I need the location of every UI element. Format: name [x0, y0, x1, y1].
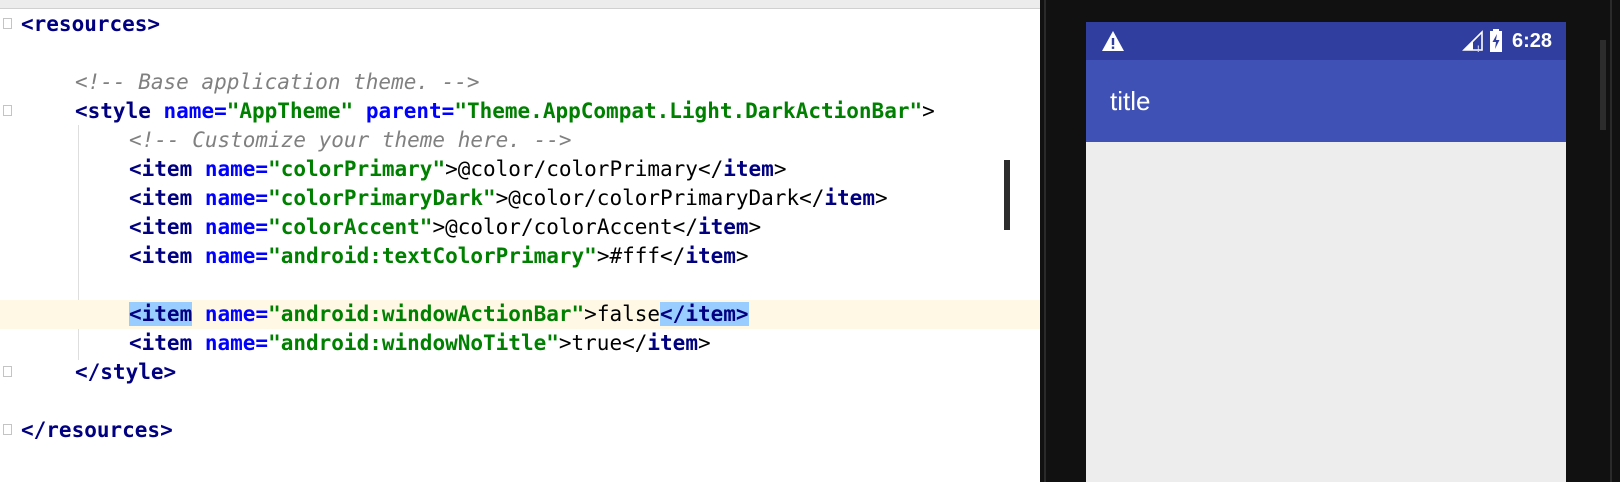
code-token-tag: <style [75, 99, 164, 123]
fold-end-icon[interactable] [3, 366, 12, 377]
code-token-attr: parent= [365, 99, 455, 123]
code-token-val: "colorAccent" [268, 215, 433, 239]
code-line[interactable]: <item name="android:windowNoTitle">true<… [129, 329, 711, 358]
code-editor[interactable]: <resources> <!-- Base application theme. … [0, 0, 1040, 482]
code-token-tag: item [647, 331, 698, 355]
code-token-attr: name= [204, 244, 269, 268]
status-time: 6:28 [1511, 30, 1552, 52]
code-line[interactable]: <item name="android:textColorPrimary">#f… [129, 242, 749, 271]
code-token-com: <!-- Customize your theme here. --> [129, 128, 572, 152]
code-token-txt: > [748, 215, 762, 239]
fold-end-icon[interactable] [3, 424, 12, 435]
battery-charging-icon [1490, 29, 1502, 52]
code-token-tag: item [697, 215, 749, 239]
code-token-tag: item [723, 157, 774, 181]
code-token-tag: <item [129, 244, 205, 268]
toolbar-title: title [1110, 86, 1151, 116]
code-token-txt: > [874, 186, 888, 210]
code-token-val: "colorPrimary" [268, 157, 446, 181]
code-token-attr: name= [204, 186, 269, 210]
code-token-tag: <item [129, 215, 205, 239]
code-token-txt: >@color/colorAccent</ [432, 215, 698, 239]
code-token-txt: >@color/colorPrimary</ [445, 157, 724, 181]
warning-icon [1102, 31, 1124, 51]
device-screen[interactable]: ! 6:28 title [1086, 22, 1566, 482]
code-token-tag: <item [129, 186, 205, 210]
fold-marker-icon[interactable] [3, 105, 12, 116]
code-token-attr: name= [204, 215, 269, 239]
code-line[interactable]: <!-- Base application theme. --> [75, 68, 480, 97]
code-token-txt: > [773, 157, 787, 181]
code-token-val: "android:windowActionBar" [268, 302, 585, 326]
code-token-tag: </item> [660, 302, 749, 326]
code-token-attr: name= [204, 331, 269, 355]
code-line[interactable]: <style name="AppTheme" parent="Theme.App… [75, 97, 935, 126]
code-token-com: <!-- Base application theme. --> [75, 70, 480, 94]
code-token-val: "android:windowNoTitle" [268, 331, 559, 355]
status-bar: ! 6:28 [1086, 22, 1566, 60]
code-token-tag: <item [129, 157, 205, 181]
code-token-val: "colorPrimaryDark" [268, 186, 496, 210]
code-token-txt: > [735, 244, 749, 268]
code-token-txt: > [922, 99, 935, 123]
device-volume-button [1600, 40, 1606, 130]
code-token-txt: >false [584, 302, 661, 326]
code-token-tag: <resources> [21, 12, 161, 36]
code-line[interactable]: <item name="colorPrimaryDark">@color/col… [129, 184, 888, 213]
code-token-tag: </style> [75, 360, 177, 384]
code-token-txt: > [697, 331, 711, 355]
code-token-attr: name= [204, 302, 269, 326]
svg-text:!: ! [1477, 44, 1480, 54]
code-line[interactable]: <!-- Customize your theme here. --> [129, 126, 572, 155]
code-token-tag: item [685, 244, 736, 268]
editor-top-border [0, 0, 1040, 9]
fold-marker-icon[interactable] [3, 18, 12, 29]
code-line[interactable]: <item name="colorAccent">@color/colorAcc… [129, 213, 761, 242]
code-token-txt: >@color/colorPrimaryDark</ [495, 186, 825, 210]
code-line[interactable]: <resources> [21, 10, 160, 39]
code-line[interactable]: <item name="android:windowActionBar">fal… [129, 300, 749, 329]
code-token-txt: >#fff</ [596, 244, 686, 268]
code-token-val: "AppTheme" [226, 99, 366, 123]
content-area[interactable] [1086, 142, 1566, 482]
code-token-attr: name= [204, 157, 269, 181]
code-token-val: "Theme.AppCompat.Light.DarkActionBar" [454, 99, 923, 123]
code-token-txt: >true</ [558, 331, 648, 355]
code-token-tag: </resources> [21, 418, 173, 442]
code-token-tag: <item [129, 331, 205, 355]
code-line[interactable]: </style> [75, 358, 176, 387]
signal-icon: ! [1462, 30, 1483, 54]
app-toolbar: title [1086, 60, 1566, 142]
code-line[interactable]: </resources> [21, 416, 173, 445]
code-token-tag: <item [129, 302, 193, 326]
code-token-attr: name= [163, 99, 227, 123]
code-token-tag: item [824, 186, 875, 210]
code-token-val: "android:textColorPrimary" [268, 244, 597, 268]
code-line[interactable]: <item name="colorPrimary">@color/colorPr… [129, 155, 786, 184]
device-side-button [1004, 160, 1010, 230]
